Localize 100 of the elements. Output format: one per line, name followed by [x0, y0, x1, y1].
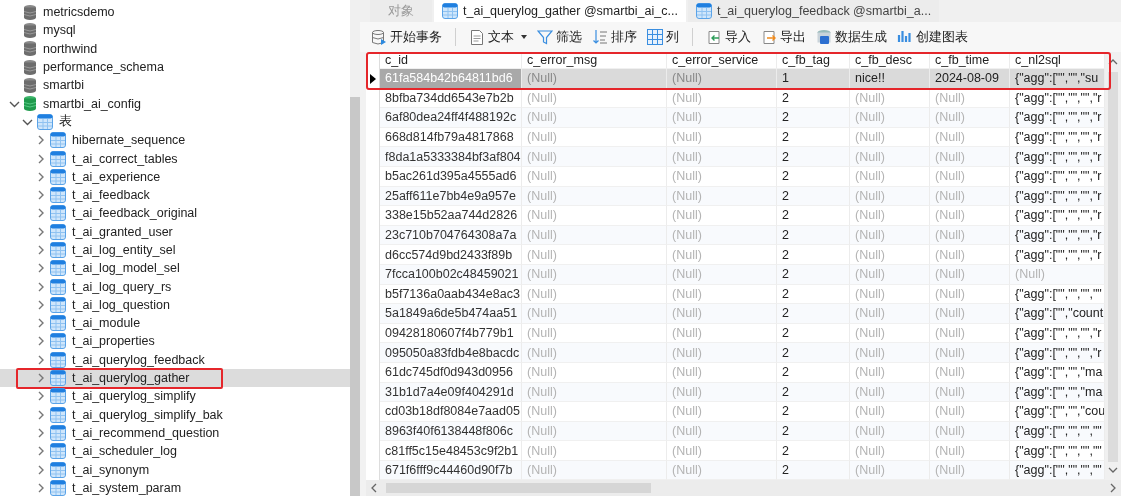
tree-item[interactable]: smartbi_ai_config [0, 94, 350, 113]
table-cell: (Null) [522, 402, 667, 422]
table-row[interactable]: c81ff5c15e48453c9f2b1 (Null) (Null) 2 (Null) (Null) {"agg":["","","","" [366, 441, 1105, 461]
scroll-up-icon[interactable] [1108, 58, 1118, 66]
scroll-down-icon[interactable] [1108, 466, 1118, 474]
table-cell: (Null) [930, 166, 1010, 187]
scrollbar-thumb[interactable] [1108, 72, 1118, 462]
tree-label: mysql [43, 23, 76, 38]
table-cell: (Null) [667, 264, 777, 285]
table-cell: (Null) [850, 225, 930, 246]
toolbar-button[interactable]: 排序 [589, 26, 640, 48]
tree-label: performance_schema [43, 60, 164, 75]
tree-item[interactable]: t_ai_querylog_simplify [0, 387, 350, 406]
chevron-right-icon[interactable] [36, 170, 46, 183]
tree-item[interactable]: t_ai_granted_user [0, 222, 350, 241]
chevron-right-icon[interactable] [36, 426, 46, 439]
table-row[interactable]: cd03b18df8084e7aad05 (Null) (Null) 2 (Null) (Null) {"agg":["","","cou [366, 402, 1105, 422]
tree-item[interactable]: t_ai_synonym [0, 460, 350, 479]
chevron-right-icon[interactable] [36, 390, 46, 403]
tree-item[interactable]: t_ai_log_model_sel [0, 259, 350, 278]
table-row[interactable]: 61fa584b42b64811bd6 (Null) (Null) 1 nice!! 2024-08-09 {"agg":["","","su [366, 69, 1105, 89]
toolbar-button[interactable]: 筛选 [534, 26, 585, 48]
tree-item[interactable]: t_ai_scheduler_log [0, 442, 350, 461]
table-row[interactable]: 671f6fff9c44460d90f7b (Null) (Null) 2 (Null) (Null) {"agg":["","","","" [366, 460, 1105, 480]
chevron-right-icon[interactable] [36, 317, 46, 330]
toolbar-button[interactable]: 数据生成 [813, 26, 890, 48]
tab[interactable]: t_ai_querylog_gather @smartbi_ai_c... [434, 0, 686, 22]
table-cell: (Null) [522, 147, 667, 167]
tree-item[interactable]: t_ai_properties [0, 332, 350, 351]
tree-item[interactable]: t_ai_log_entity_sel [0, 240, 350, 260]
table-cell: 2 [777, 421, 850, 442]
table-row[interactable]: 31b1d7a4e09f404291d (Null) (Null) 2 (Null) (Null) {"agg":["","","ma [366, 382, 1105, 403]
chevron-right-icon[interactable] [36, 152, 46, 165]
table-row[interactable]: 338e15b52aa744d2826 (Null) (Null) 2 (Null) (Null) {"agg":["","","","r [366, 206, 1105, 226]
table-cell: (Null) [522, 206, 667, 226]
tree-item[interactable]: t_ai_feedback [0, 185, 350, 205]
table-row[interactable]: f8da1a5333384bf3af804 (Null) (Null) 2 (Null) (Null) {"agg":["","","","r [366, 147, 1105, 167]
table-row[interactable]: 6af80dea24ff4f488192c (Null) (Null) 2 (Null) (Null) {"agg":["","","","r [366, 108, 1105, 128]
chevron-right-icon[interactable] [36, 262, 46, 275]
table-row[interactable]: 25aff611e7bb4e9a957e (Null) (Null) 2 (Null) (Null) {"agg":["","","","r [366, 186, 1105, 207]
tree-item[interactable]: smartbi [0, 76, 350, 95]
table-row[interactable]: d6cc574d9bd2433f89b (Null) (Null) 2 (Null) (Null) {"agg":["","","","r [366, 245, 1105, 265]
toolbar-button[interactable]: 导出 [758, 26, 809, 48]
table-cell: (Null) [850, 421, 930, 442]
toolbar-button[interactable]: 创建图表 [894, 26, 971, 48]
tree-item[interactable]: t_ai_feedback_original [0, 204, 350, 223]
chevron-right-icon[interactable] [36, 353, 46, 366]
tree-item[interactable]: t_ai_log_query_rs [0, 277, 350, 296]
table-cell: (Null) [522, 69, 667, 89]
table-row[interactable]: 8963f40f6138448f806c (Null) (Null) 2 (Null) (Null) {"agg":["","","","" [366, 421, 1105, 442]
chevron-right-icon[interactable] [36, 372, 46, 385]
chevron-right-icon[interactable] [36, 207, 46, 220]
tree-item[interactable]: performance_schema [0, 57, 350, 77]
tree-item[interactable]: t_ai_querylog_gather [0, 368, 350, 388]
chevron-right-icon[interactable] [36, 134, 46, 147]
tree-item[interactable]: 表 [0, 112, 350, 132]
table-row[interactable]: 23c710b704764308a7a (Null) (Null) 2 (Null) (Null) {"agg":["","","","r [366, 225, 1105, 246]
table-row[interactable]: 7fcca100b02c48459021 (Null) (Null) 2 (Null) (Null) (Null) [366, 264, 1105, 285]
tree-item[interactable]: t_ai_log_question [0, 295, 350, 315]
table-cell: 2 [777, 441, 850, 461]
table-row[interactable]: 5a1849a6de5b474aa51 (Null) (Null) 2 (Null) (Null) {"agg":["","count [366, 304, 1105, 324]
tree-item[interactable]: northwind [0, 39, 350, 58]
tab[interactable]: t_ai_querylog_feedback @smartbi_a... [687, 0, 940, 22]
chevron-right-icon[interactable] [36, 481, 46, 494]
chevron-right-icon[interactable] [36, 189, 46, 202]
toolbar-button[interactable]: 列 [644, 26, 682, 48]
chevron-right-icon[interactable] [36, 280, 46, 293]
toolbar-button[interactable]: 文本 [466, 26, 530, 48]
database-icon [23, 40, 37, 58]
tree-item[interactable]: t_ai_correct_tables [0, 149, 350, 168]
toolbar-button[interactable]: 开始事务 [368, 26, 445, 48]
table-cell: (Null) [667, 402, 777, 422]
scrollbar-thumb[interactable] [350, 97, 360, 496]
chevron-right-icon[interactable] [36, 298, 46, 311]
chevron-right-icon[interactable] [36, 225, 46, 238]
tree-label: hibernate_sequence [72, 133, 186, 148]
tree-item[interactable]: t_ai_querylog_simplify_bak [0, 405, 350, 424]
table-cell: (Null) [850, 186, 930, 207]
table-cell: (Null) [522, 225, 667, 246]
scroll-left-icon[interactable] [370, 483, 378, 493]
chevron-right-icon[interactable] [36, 335, 46, 348]
tree-item[interactable]: t_ai_recommend_question [0, 423, 350, 443]
tree-item[interactable]: metricsdemo [0, 3, 350, 22]
tree-item[interactable]: mysql [0, 21, 350, 40]
scroll-right-icon[interactable] [1109, 483, 1117, 493]
tree-item[interactable]: t_ai_experience [0, 167, 350, 186]
chevron-right-icon[interactable] [36, 445, 46, 458]
tree-item[interactable]: hibernate_sequence [0, 131, 350, 150]
chevron-right-icon[interactable] [36, 408, 46, 421]
grid-icon [647, 28, 663, 46]
chevron-right-icon[interactable] [36, 244, 46, 256]
table-row[interactable]: 095050a83fdb4e8bacdc (Null) (Null) 2 (Null) (Null) {"agg":["","","","r [366, 343, 1105, 363]
tree-item[interactable]: t_ai_system_param [0, 478, 350, 496]
tree-item[interactable]: t_ai_module [0, 314, 350, 333]
table-cell: 2 [777, 245, 850, 265]
tree-item[interactable]: t_ai_querylog_feedback [0, 350, 350, 369]
toolbar-button[interactable]: 导入 [703, 26, 754, 48]
table-row[interactable]: b5ac261d395a4555ad6 (Null) (Null) 2 (Null) (Null) {"agg":["","","","r [366, 166, 1105, 187]
table-row[interactable]: 61dc745df0d943d0956 (Null) (Null) 2 (Null) (Null) {"agg":["","","ma [366, 362, 1105, 383]
chevron-right-icon[interactable] [36, 463, 46, 476]
